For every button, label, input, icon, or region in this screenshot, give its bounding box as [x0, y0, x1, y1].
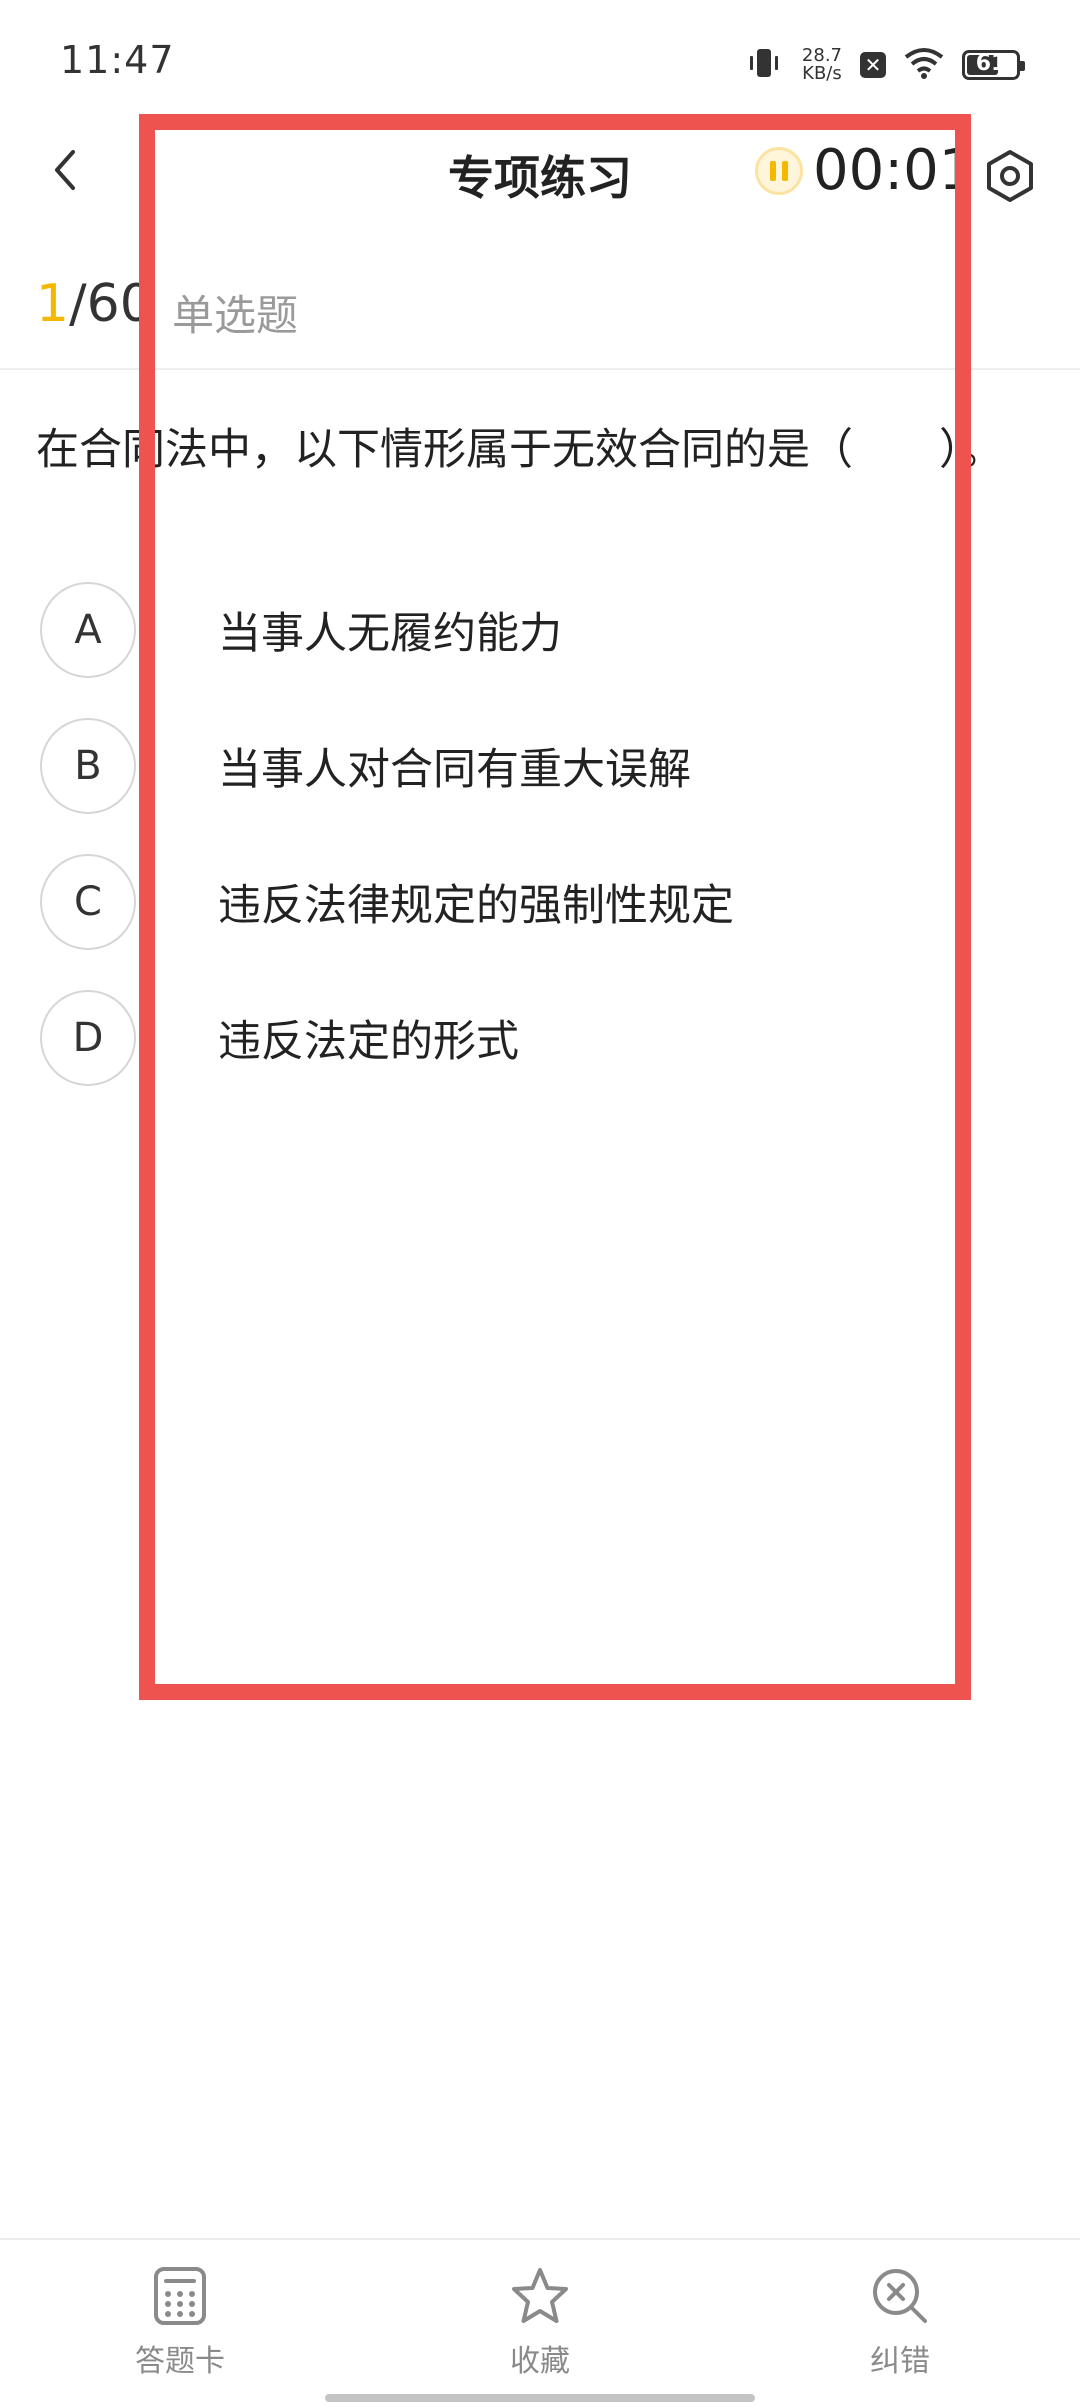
option-d[interactable]: D 违反法定的形式: [40, 988, 1040, 1088]
progress-total: /60: [69, 274, 153, 334]
notification-x-icon: ✕: [860, 52, 886, 78]
calculator-icon: [154, 2267, 206, 2325]
bottom-bar: 答题卡 收藏 纠错: [0, 2238, 1080, 2408]
header: 专项练习 00:01: [0, 120, 1080, 220]
option-key: B: [40, 718, 136, 814]
battery-level: 61: [975, 51, 1007, 76]
network-speed-unit: KB/s: [802, 63, 842, 84]
pause-icon: [770, 160, 776, 181]
tab-label: 收藏: [510, 2344, 570, 2379]
settings-button[interactable]: [978, 144, 1042, 208]
pause-button[interactable]: [755, 146, 803, 195]
option-text: 违反法律规定的强制性规定: [218, 881, 734, 931]
question-progress: 1/60: [36, 274, 153, 334]
timer-text: 00:01: [813, 138, 975, 203]
option-key: C: [40, 854, 136, 950]
option-c[interactable]: C 违反法律规定的强制性规定: [40, 852, 1040, 952]
tab-favorite[interactable]: 收藏: [440, 2266, 640, 2380]
gear-icon: [987, 150, 1033, 202]
wifi-icon: [904, 47, 944, 83]
status-time: 11:47: [60, 38, 175, 82]
option-b[interactable]: B 当事人对合同有重大误解: [40, 716, 1040, 816]
question-type: 单选题: [172, 291, 299, 340]
star-icon: [512, 2268, 568, 2323]
option-key: D: [40, 990, 136, 1086]
practice-page: 11:47 28.7 KB/s ✕ 61 专项练习 00:01 1/60 单选题…: [0, 0, 1080, 2408]
status-icons: 28.7 KB/s ✕ 61: [744, 40, 1025, 90]
network-speed: 28.7 KB/s: [802, 47, 842, 83]
tab-answer-card[interactable]: 答题卡: [80, 2266, 280, 2380]
search-x-icon: [873, 2269, 927, 2323]
progress-current: 1: [36, 274, 70, 334]
timer: 00:01: [755, 138, 974, 203]
option-text: 当事人对合同有重大误解: [218, 745, 691, 795]
question-text: 在合同法中，以下情形属于无效合同的是（ ）。: [36, 425, 1004, 475]
tab-report-error[interactable]: 纠错: [800, 2266, 1000, 2380]
option-text: 当事人无履约能力: [218, 609, 562, 659]
option-a[interactable]: A 当事人无履约能力: [40, 580, 1040, 680]
tab-label: 答题卡: [135, 2344, 225, 2379]
pause-icon-bar: [782, 160, 788, 181]
option-key: A: [40, 582, 136, 678]
battery-icon: 61: [962, 50, 1025, 80]
home-indicator[interactable]: [325, 2394, 755, 2402]
progress-row: 1/60 单选题: [0, 260, 1080, 370]
status-bar: 11:47 28.7 KB/s ✕ 61: [0, 0, 1080, 120]
vibrate-icon: [744, 43, 784, 87]
option-text: 违反法定的形式: [218, 1017, 519, 1067]
tab-label: 纠错: [870, 2344, 930, 2379]
